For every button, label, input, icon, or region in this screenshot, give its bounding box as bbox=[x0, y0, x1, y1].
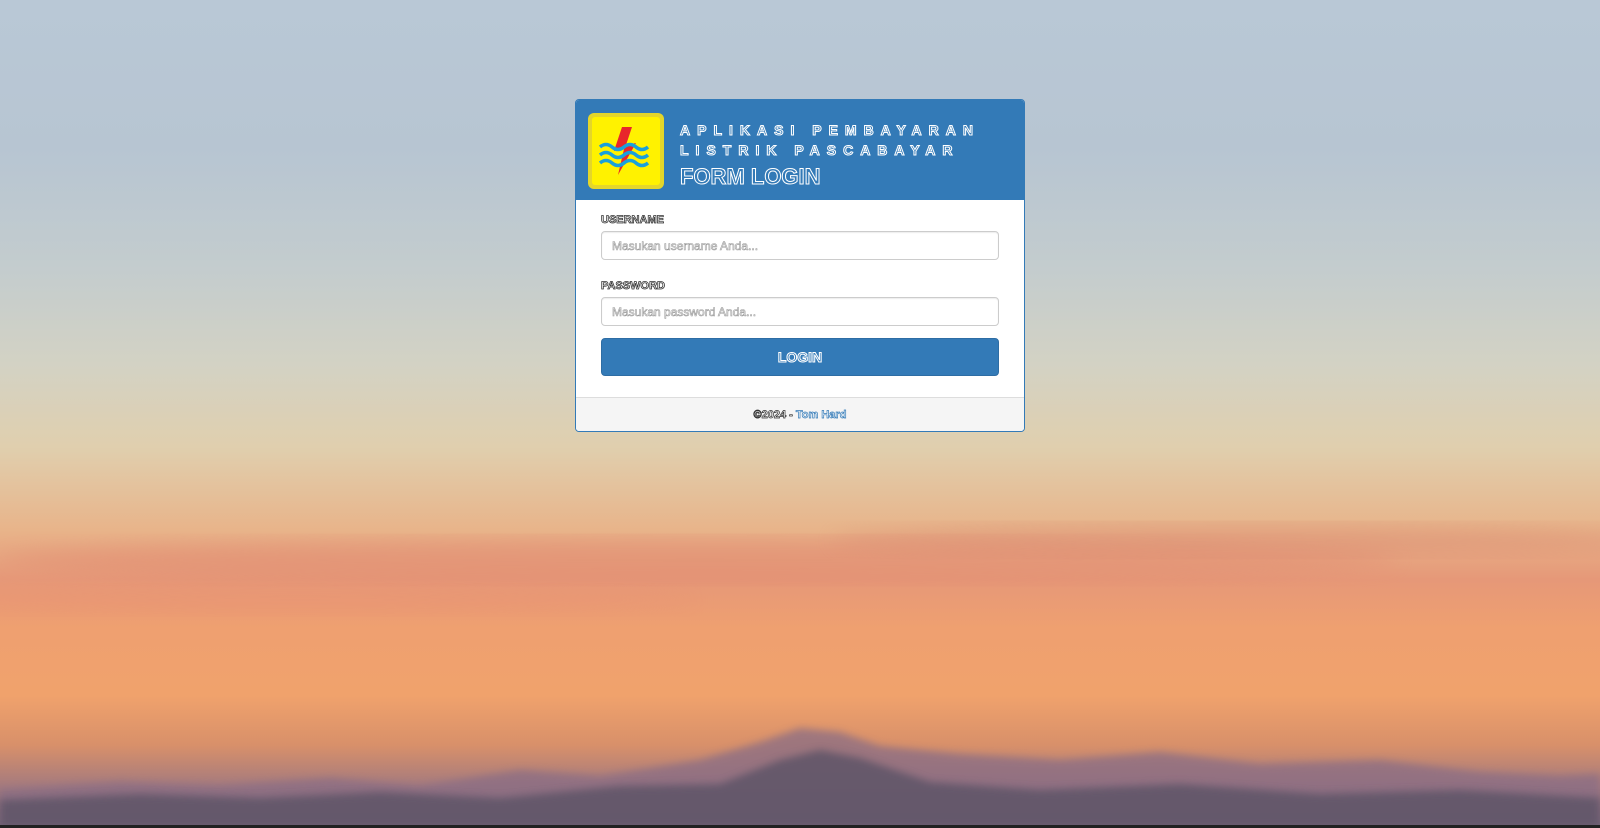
panel-heading: APLIKASI PEMBAYARAN LISTRIK PASCABAYAR F… bbox=[576, 100, 1024, 200]
password-input[interactable] bbox=[601, 297, 999, 326]
username-input[interactable] bbox=[601, 231, 999, 260]
pln-logo-icon bbox=[588, 113, 664, 189]
panel-footer: ©2024 - Tom Hard bbox=[576, 397, 1024, 431]
form-title: FORM LOGIN bbox=[680, 164, 822, 190]
heading-text: APLIKASI PEMBAYARAN LISTRIK PASCABAYAR F… bbox=[680, 120, 980, 190]
login-button[interactable]: LOGIN bbox=[601, 338, 999, 376]
author-link[interactable]: Tom Hard bbox=[796, 409, 847, 422]
username-label: USERNAME bbox=[601, 214, 665, 227]
copyright-text: ©2024 - bbox=[753, 409, 796, 422]
login-panel: APLIKASI PEMBAYARAN LISTRIK PASCABAYAR F… bbox=[575, 99, 1025, 432]
login-form: USERNAME PASSWORD LOGIN bbox=[576, 200, 1024, 399]
app-title-line2: LISTRIK PASCABAYAR bbox=[680, 142, 960, 159]
password-label: PASSWORD bbox=[601, 280, 666, 293]
app-title-line1: APLIKASI PEMBAYARAN bbox=[680, 122, 980, 139]
